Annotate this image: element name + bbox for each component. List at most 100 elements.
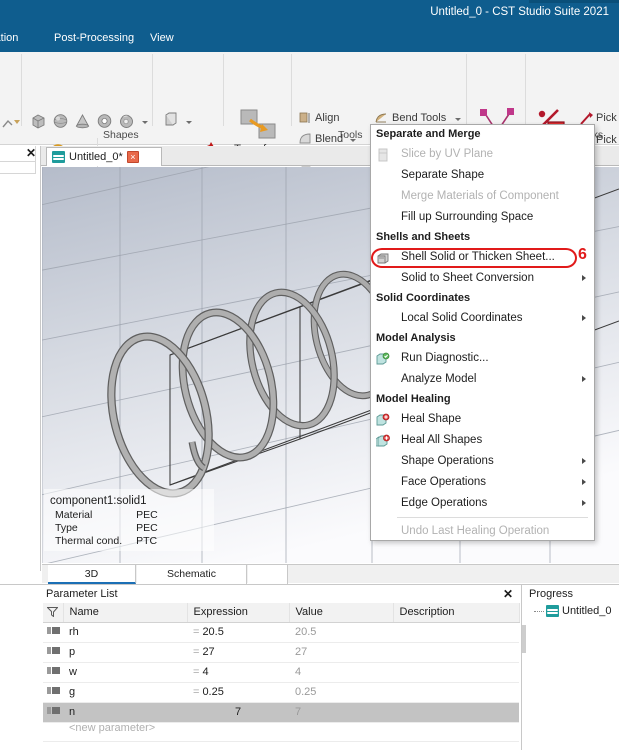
menu-item-undo-last-healing-operation[interactable]: Undo Last Healing Operation [371,521,594,542]
tab-3d[interactable]: 3D [48,565,136,584]
bend-tools-chevron-down-icon[interactable] [455,118,461,121]
table-row[interactable]: n 7 7 [43,702,519,723]
param-name-w[interactable]: w [63,662,187,683]
param-name-g[interactable]: g [63,682,187,703]
param-value-rh: 20.5 [289,622,393,643]
menu-item-shape-operations[interactable]: Shape Operations [371,451,594,472]
document-tab-close-icon[interactable]: × [126,151,139,163]
row-handle-cell[interactable] [43,682,63,703]
document-tab-label: Untitled_0* [69,151,123,163]
sphere-icon[interactable] [52,113,69,134]
ribbon-group-label-tools: Tools [338,129,363,141]
param-description-p[interactable] [393,642,519,663]
menu-item-label: Analyze Model [401,373,477,385]
menu-view[interactable]: View [150,32,174,44]
brick-icon[interactable] [30,113,47,134]
nav-panel-subheader [0,162,36,174]
extrude-icon[interactable] [162,112,180,134]
column-header-name[interactable]: Name [63,603,188,623]
menu-item-label: Face Operations [401,476,487,488]
menu-section-header-shells-and-sheets: Shells and Sheets [376,231,471,243]
menu-item-label: Solid to Sheet Conversion [401,272,534,284]
parameter-table-header-row: Name Expression Value Description [43,603,520,623]
pick-label-1[interactable]: Pick [596,112,617,124]
param-expression-n[interactable]: 7 [187,702,289,723]
column-header-description[interactable]: Description [393,603,520,623]
row-drag-handle-icon[interactable] [46,687,60,694]
param-name-p[interactable]: p [63,642,187,663]
transform-icon[interactable] [237,108,281,147]
submenu-arrow-icon [582,315,586,321]
column-header-expression[interactable]: Expression [187,603,290,623]
view-tab-spacer [248,565,288,584]
ribbon-divider-3 [223,54,224,126]
table-row[interactable]: g = 0.25 0.25 [43,682,519,703]
shape-tools-dropdown-menu[interactable]: Separate and Merge Slice by UV Plane Sep… [370,124,595,541]
menu-item-local-solid-coordinates[interactable]: Local Solid Coordinates [371,308,594,329]
param-description-g[interactable] [393,682,519,703]
menu-item-solid-to-sheet-conversion[interactable]: Solid to Sheet Conversion [371,268,594,289]
menu-item-analyze-model[interactable]: Analyze Model [371,369,594,390]
param-name-n[interactable]: n [63,702,187,723]
tab-schematic[interactable]: Schematic [137,565,247,584]
menu-item-separate-shape[interactable]: Separate Shape [371,165,594,186]
bend-tools-label[interactable]: Bend Tools [392,112,446,124]
menu-item-slice-by-uv-plane[interactable]: Slice by UV Plane [371,144,594,165]
param-expression-w[interactable]: = 4 [187,662,289,683]
row-drag-handle-icon[interactable] [46,667,60,674]
filter-icon-cell[interactable] [43,603,64,623]
table-row[interactable]: rh = 20.5 20.5 [43,622,519,643]
column-header-value[interactable]: Value [289,603,394,623]
menu-item-label: Fill up Surrounding Space [401,211,534,223]
document-tab-untitled-0[interactable]: Untitled_0* × [46,147,162,166]
menu-item-run-diagnostic[interactable]: Run Diagnostic... [371,348,594,369]
extrude-chevron-down-icon[interactable] [186,121,192,124]
menu-item-label: Heal All Shapes [401,434,483,446]
row-drag-handle-icon[interactable] [46,647,60,654]
align-label[interactable]: Align [315,112,339,124]
shapes-more-chevron-down-icon[interactable] [142,121,148,124]
menu-simulation[interactable]: ulation [0,32,18,44]
menu-item-label: Merge Materials of Component [401,190,559,202]
menu-post-processing[interactable]: Post-Processing [54,32,134,44]
panel-scrollbar[interactable] [522,625,526,653]
new-parameter-row[interactable]: <new parameter> [43,722,519,742]
row-drag-handle-icon[interactable] [46,627,60,634]
menu-bar: ulation Post-Processing View [0,28,619,50]
filter-icon[interactable] [46,606,59,618]
row-handle-cell[interactable] [43,622,63,643]
param-description-w[interactable] [393,662,519,683]
progress-tree-item[interactable]: Untitled_0 [546,605,612,617]
menu-item-heal-all-shapes[interactable]: Heal All Shapes [371,430,594,451]
submenu-arrow-icon [582,500,586,506]
ribbon-divider-6 [525,54,526,126]
menu-item-heal-shape[interactable]: Heal Shape [371,409,594,430]
navigation-tree-panel [0,146,41,571]
row-drag-handle-icon[interactable] [46,707,60,714]
param-expression-g[interactable]: = 0.25 [187,682,289,703]
menu-item-label: Separate Shape [401,169,485,181]
ribbon-divider-5 [466,54,467,126]
parameter-list-close-icon[interactable]: ✕ [503,587,513,601]
menu-item-fill-up-surrounding-space[interactable]: Fill up Surrounding Space [371,207,594,228]
menu-item-merge-materials-of-component[interactable]: Merge Materials of Component [371,186,594,207]
menu-item-edge-operations[interactable]: Edge Operations [371,493,594,514]
param-description-rh[interactable] [393,622,519,643]
nav-panel-close-icon[interactable]: ✕ [26,146,36,160]
menu-item-face-operations[interactable]: Face Operations [371,472,594,493]
menu-item-shell-solid-or-thicken-sheet[interactable]: Shell Solid or Thicken Sheet... [371,247,594,268]
param-expression-rh[interactable]: = 20.5 [187,622,289,643]
ribbon-top-accent [0,50,619,52]
align-icon[interactable] [298,111,312,130]
table-row[interactable]: p = 27 27 [43,642,519,663]
menu-section-header-model-analysis: Model Analysis [376,332,456,344]
row-handle-cell[interactable] [43,642,63,663]
param-description-n[interactable] [393,702,519,723]
menu-section-header-solid-coordinates: Solid Coordinates [376,292,471,304]
table-row[interactable]: w = 4 4 [43,662,519,683]
cone-icon[interactable] [74,113,91,134]
row-handle-cell[interactable] [43,702,63,723]
param-expression-p[interactable]: = 27 [187,642,289,663]
row-handle-cell[interactable] [43,662,63,683]
param-name-rh[interactable]: rh [63,622,187,643]
